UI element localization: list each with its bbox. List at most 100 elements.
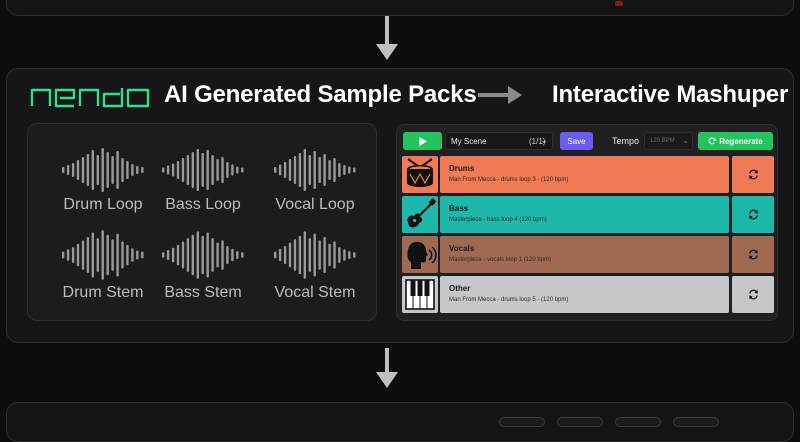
mashuper-heading: Interactive Mashuper <box>552 81 789 108</box>
refresh-icon <box>708 137 716 145</box>
waveform-bar <box>236 166 239 174</box>
waveform-bar <box>241 252 244 258</box>
waveform-icon <box>274 149 356 191</box>
scene-name: My Scene <box>451 137 487 146</box>
waveform-bar <box>348 166 351 174</box>
waveform-bar <box>298 235 302 275</box>
waveform-icon <box>62 230 144 280</box>
waveform-bar <box>323 237 326 273</box>
tempo-select[interactable]: 120 BPM ⌄ <box>644 132 693 150</box>
scene-select[interactable]: My Scene (1/1) ⌄ <box>445 132 553 150</box>
flow-down-arrow-icon <box>376 348 398 388</box>
mashuper-toolbar: My Scene (1/1) ⌄ Save Tempo 120 BPM ⌄ Re… <box>397 125 777 157</box>
waveform-bar <box>162 252 165 258</box>
waveform-bar <box>86 154 90 186</box>
waveform-bar <box>308 155 311 185</box>
drum-icon <box>402 156 438 193</box>
waveform-bar <box>186 238 190 272</box>
waveform-bar <box>201 235 204 275</box>
waveform-bar <box>231 164 234 176</box>
sample-packs-heading: AI Generated Sample Packs <box>164 81 477 108</box>
sample-label: Bass Stem <box>164 284 242 301</box>
sample-bass-stem[interactable]: Bass Stem <box>148 228 258 302</box>
track-regenerate-button[interactable] <box>732 156 774 193</box>
sample-drum-loop[interactable]: Drum Loop <box>48 146 158 214</box>
sample-drum-stem[interactable]: Drum Stem <box>48 228 158 302</box>
waveform-bar <box>343 165 346 175</box>
track-row-vocals[interactable]: Vocals Masterpiece - vocals loop 1 (120 … <box>402 236 774 273</box>
flow-down-arrow-icon <box>376 16 398 60</box>
waveform-bar <box>226 246 229 264</box>
waveform-bar <box>328 243 331 267</box>
waveform-bar <box>333 158 336 182</box>
track-info: Drums Man From Mecca - drums loop 3 - (1… <box>440 156 729 193</box>
speaking-head-icon <box>402 236 438 273</box>
waveform-bar <box>211 238 214 272</box>
waveform-bar <box>66 165 70 175</box>
waveform-icon <box>162 149 244 191</box>
sample-bass-loop[interactable]: Bass Loop <box>148 146 258 214</box>
waveform-bar <box>191 152 194 188</box>
regenerate-button[interactable]: Regenerate <box>698 132 773 150</box>
sample-vocal-loop[interactable]: Vocal Loop <box>260 146 370 214</box>
waveform-icon <box>62 148 144 192</box>
waveform-bar <box>126 161 129 179</box>
waveform-bar <box>81 157 85 183</box>
track-row-drums[interactable]: Drums Man From Mecca - drums loop 3 - (1… <box>402 156 774 193</box>
waveform-bar <box>283 162 287 178</box>
track-regenerate-button[interactable] <box>732 236 774 273</box>
waveform-bar <box>136 166 139 174</box>
waveform-bar <box>278 248 282 262</box>
waveform-bar <box>126 244 129 266</box>
sample-pack-grid: Drum Loop Bass Loop Vocal Loop Drum Stem… <box>27 123 377 321</box>
svg-text:nendo: nendo <box>30 86 33 87</box>
waveform-bar <box>96 155 99 185</box>
track-row-other[interactable]: Other Man From Mecca - drums loop 5 - (1… <box>402 276 774 313</box>
track-info: Other Man From Mecca - drums loop 5 - (1… <box>440 276 729 313</box>
waveform-bar <box>91 150 94 190</box>
waveform-bar <box>231 248 234 262</box>
waveform-bar <box>96 238 99 272</box>
waveform-bar <box>221 157 224 183</box>
waveform-bar <box>313 233 316 277</box>
sample-vocal-stem[interactable]: Vocal Stem <box>260 228 370 302</box>
waveform-bar <box>196 149 199 191</box>
chevron-down-icon: ⌄ <box>682 136 689 145</box>
regenerate-label: Regenerate <box>719 136 763 146</box>
tempo-value: 120 BPM <box>650 138 675 144</box>
track-name: Drums <box>449 164 475 173</box>
waveform-bar <box>76 243 80 267</box>
waveform-bar <box>136 250 139 260</box>
track-source: Masterpiece - vocals loop 1 (120 bpm) <box>449 257 552 263</box>
waveform-bar <box>323 154 326 186</box>
refresh-icon <box>748 289 758 300</box>
waveform-bar <box>206 150 209 190</box>
waveform-bar <box>166 165 170 175</box>
mashuper-window: My Scene (1/1) ⌄ Save Tempo 120 BPM ⌄ Re… <box>396 124 778 321</box>
waveform-bar <box>121 158 124 182</box>
piano-keys-icon <box>402 276 438 313</box>
chevron-down-icon: ⌄ <box>540 135 548 145</box>
waveform-bar <box>313 151 316 189</box>
waveform-bar <box>338 163 341 177</box>
waveform-bar <box>221 240 224 270</box>
waveform-bar <box>131 164 134 176</box>
play-button[interactable] <box>403 132 442 150</box>
waveform-bar <box>226 162 229 178</box>
waveform-bar <box>303 231 306 279</box>
track-regenerate-button[interactable] <box>732 276 774 313</box>
waveform-bar <box>216 159 219 181</box>
save-button[interactable]: Save <box>560 132 593 150</box>
sample-label: Vocal Stem <box>274 284 356 301</box>
track-row-bass[interactable]: Bass Masterpiece - bass loop 4 (120 bpm) <box>402 196 774 233</box>
waveform-bar <box>191 234 194 276</box>
waveform-bar <box>241 167 244 173</box>
waveform-bar <box>62 167 65 173</box>
refresh-icon <box>748 249 758 260</box>
waveform-bar <box>106 152 109 188</box>
track-regenerate-button[interactable] <box>732 196 774 233</box>
waveform-bar <box>176 244 180 266</box>
waveform-bar <box>101 230 104 280</box>
waveform-bar <box>211 155 214 185</box>
waveform-bar <box>171 163 175 177</box>
